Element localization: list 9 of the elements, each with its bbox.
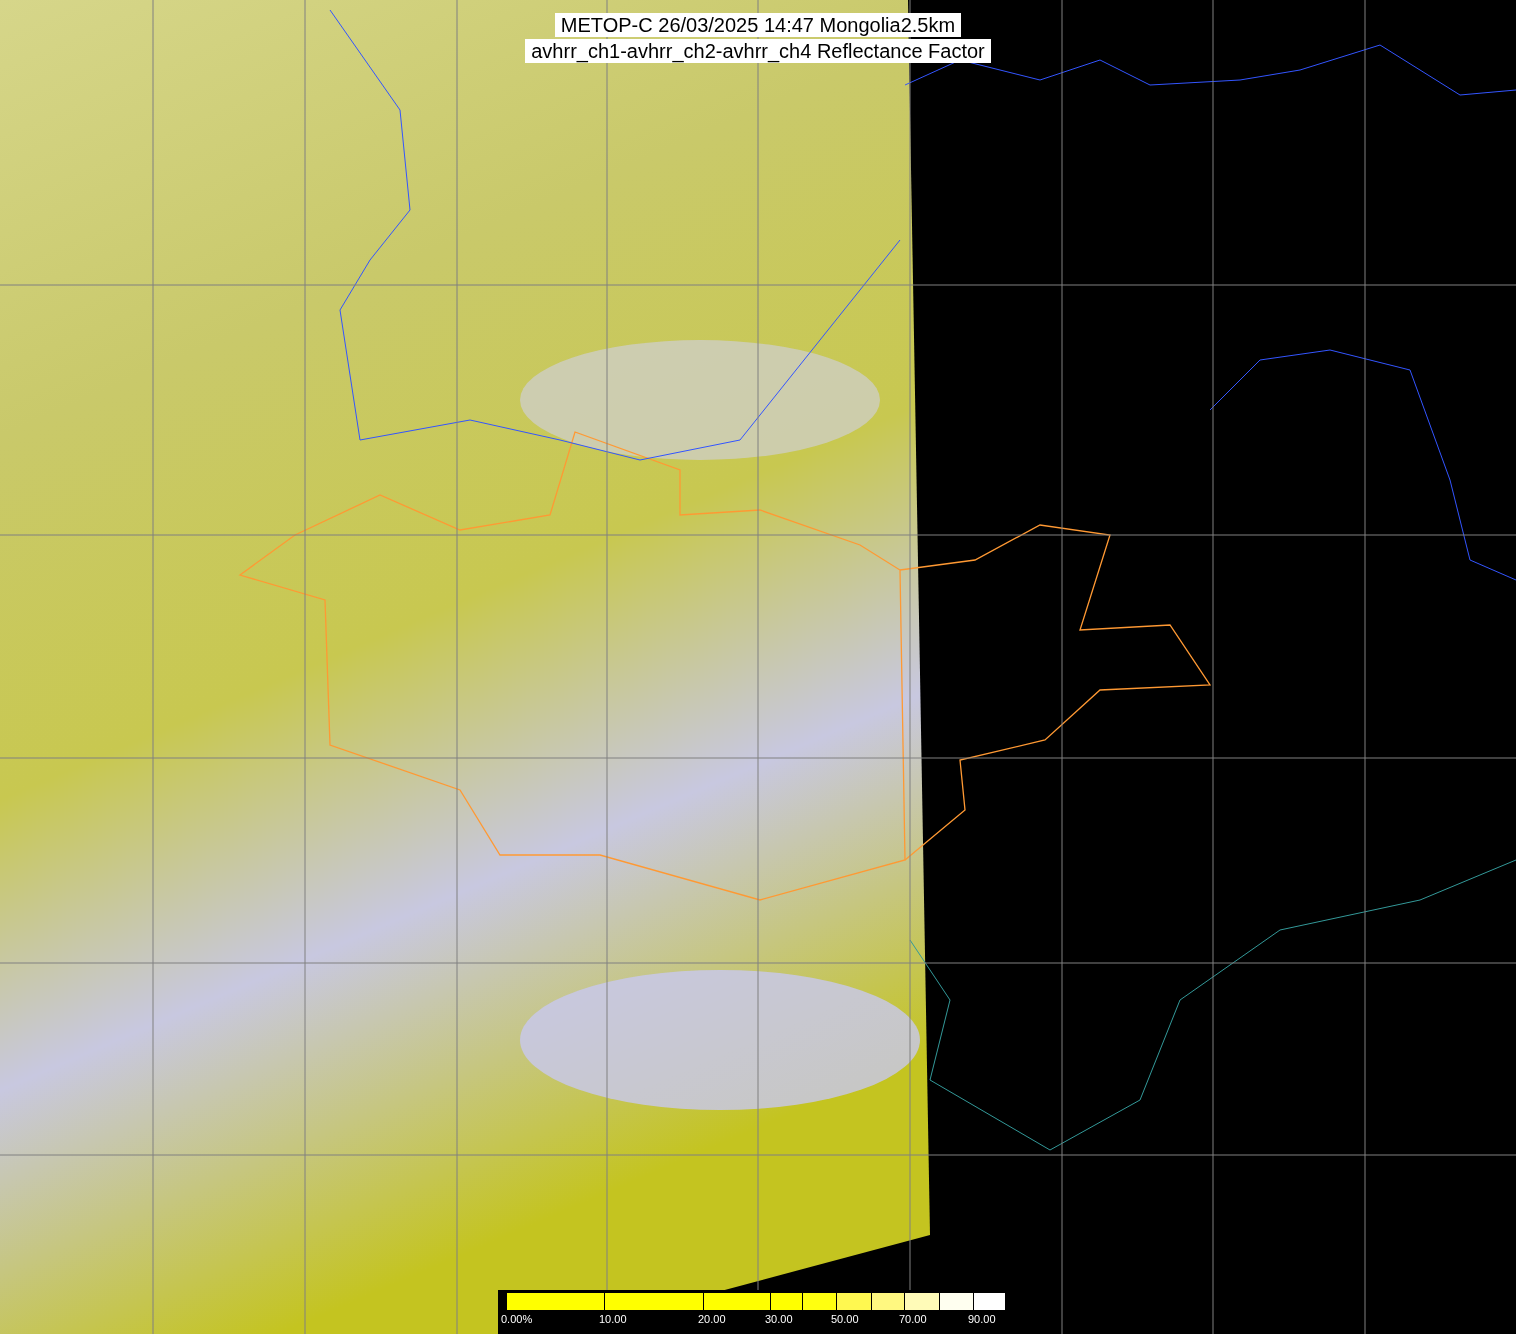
colorbar-label: 70.00 xyxy=(899,1313,927,1325)
colorbar-label: 50.00 xyxy=(831,1313,859,1325)
map-title: METOP-C 26/03/2025 14:47 Mongolia2.5km xyxy=(554,13,962,37)
colorbar-label: 30.00 xyxy=(765,1313,793,1325)
map-title: avhrr_ch1-avhrr_ch2-avhrr_ch4 Reflectance Factor xyxy=(525,39,991,63)
colorbar-label: 90.00 xyxy=(968,1313,996,1325)
colorbar-label: 0.00% xyxy=(501,1313,533,1325)
colorbar-label: 10.00 xyxy=(599,1313,627,1325)
colorbar-label: 20.00 xyxy=(698,1313,726,1325)
